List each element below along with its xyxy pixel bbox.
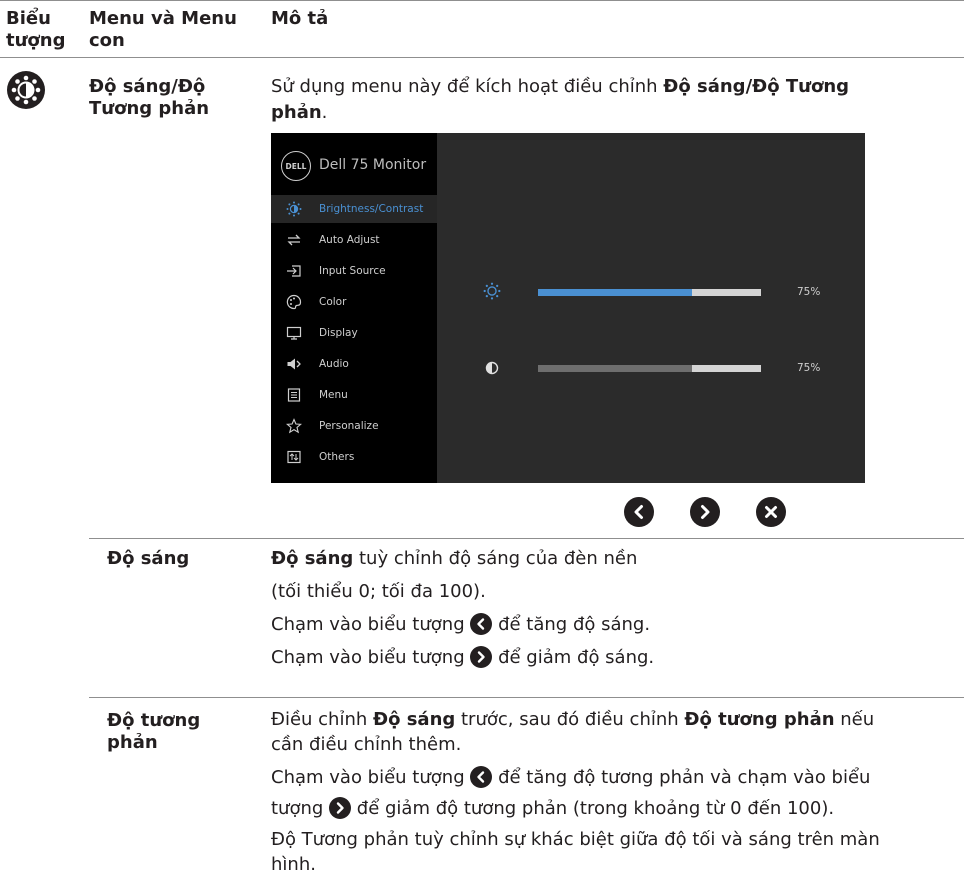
osd-item-label: Others — [319, 451, 355, 463]
osd-item-others[interactable]: Others — [271, 443, 437, 471]
contrast-p2-line2-post: để giảm độ tương phản (trong khoảng từ 0… — [351, 798, 835, 819]
osd-item-label: Color — [319, 296, 347, 308]
osd-item-label: Auto Adjust — [319, 234, 380, 246]
osd-item-audio[interactable]: Audio — [271, 350, 437, 378]
contrast-p1-mid: trước, sau đó điều chỉnh — [455, 709, 685, 730]
chevron-left-icon — [470, 613, 493, 635]
header-rule — [0, 57, 964, 58]
brightness-desc-bold: Độ sáng — [271, 548, 354, 569]
brightness-tap-pre-2: Chạm vào biểu tượng — [271, 647, 471, 668]
color-icon — [286, 294, 302, 310]
osd-sidebar: DELL Dell 75 Monitor Brightness/Contrast… — [271, 133, 437, 483]
brightness-contrast-icon — [7, 71, 45, 109]
desc-suffix: . — [321, 102, 328, 123]
osd-item-label: Brightness/Contrast — [319, 203, 424, 215]
left-arrow-button[interactable] — [624, 497, 654, 527]
contrast-label: Độ tương phản — [107, 710, 200, 754]
osd-item-auto-adjust[interactable]: Auto Adjust — [271, 226, 437, 254]
desc-prefix: Sử dụng menu này để kích hoạt điều chỉnh — [271, 76, 664, 97]
contrast-p3-line1: Độ Tương phản tuỳ chỉnh sự khác biệt giữ… — [271, 829, 880, 850]
contrast-p1-line2: cần điều chỉnh thêm. — [271, 734, 462, 755]
contrast-value: 75% — [797, 362, 821, 374]
contrast-p2-pre: Chạm vào biểu tượng — [271, 767, 471, 788]
auto-adjust-icon — [287, 234, 301, 246]
menu-brightness-contrast: Độ sáng/Độ Tương phản — [89, 76, 209, 120]
contrast-p2-line2-pre: tượng — [271, 798, 330, 819]
osd-item-color[interactable]: Color — [271, 288, 437, 316]
contrast-row-rule — [89, 697, 964, 698]
osd-item-display[interactable]: Display — [271, 319, 437, 347]
display-icon — [286, 326, 302, 340]
osd-item-input-source[interactable]: Input Source — [271, 257, 437, 285]
header-menu-line2: con — [89, 30, 125, 51]
contrast-label-line2: phản — [107, 732, 158, 753]
osd-item-label: Display — [319, 327, 358, 339]
audio-icon — [287, 358, 301, 370]
contrast-p3-line2: hình. — [271, 854, 316, 875]
main-description: Sử dụng menu này để kích hoạt điều chỉnh… — [271, 74, 951, 126]
chevron-right-icon — [701, 505, 710, 519]
osd-item-menu[interactable]: Menu — [271, 381, 437, 409]
brightness-tap-decrease: để giảm độ sáng. — [492, 647, 655, 668]
contrast-p1-pre: Điều chỉnh — [271, 709, 373, 730]
brightness-slider-icon — [483, 282, 501, 300]
right-arrow-button[interactable] — [690, 497, 720, 527]
header-icon-line2: tượng — [6, 30, 66, 51]
contrast-slider[interactable] — [538, 365, 761, 372]
brightness-tap-increase: để tăng độ sáng. — [492, 614, 651, 635]
brightness-value: 75% — [797, 286, 821, 298]
others-icon — [287, 450, 301, 464]
contrast-slider-fill — [538, 365, 692, 372]
header-icon-line1: Biểu — [6, 8, 51, 29]
osd-item-label: Personalize — [319, 420, 379, 432]
brightness-desc-rest: tuỳ chỉnh độ sáng của đèn nền — [353, 548, 638, 569]
menu-label-line1: Độ sáng/Độ — [89, 76, 206, 97]
contrast-slider-icon — [485, 361, 499, 375]
close-icon — [765, 506, 777, 518]
osd-screen: DELL Dell 75 Monitor Brightness/Contrast… — [271, 133, 865, 483]
desc-bold-2: phản — [271, 102, 322, 123]
brightness-description: Độ sáng tuỳ chỉnh độ sáng của đèn nền (t… — [271, 546, 951, 671]
chevron-right-icon — [329, 797, 352, 819]
brightness-label: Độ sáng — [107, 548, 190, 569]
brightness-tap-pre: Chạm vào biểu tượng — [271, 614, 471, 635]
osd-title: Dell 75 Monitor — [319, 157, 427, 173]
osd-item-label: Menu — [319, 389, 348, 401]
header-description-column: Mô tả — [271, 8, 329, 29]
table-top-rule — [0, 0, 964, 1]
close-button[interactable] — [756, 497, 786, 527]
chevron-left-icon — [634, 505, 643, 519]
contrast-p1-post: nếu — [834, 709, 875, 730]
osd-item-label: Audio — [319, 358, 349, 370]
desc-bold-1: Độ sáng/Độ Tương — [663, 76, 850, 97]
osd-item-brightness-contrast[interactable]: Brightness/Contrast — [271, 195, 437, 223]
input-source-icon — [287, 265, 301, 277]
header-menu-line1: Menu và Menu — [89, 8, 237, 29]
chevron-right-icon — [470, 646, 493, 668]
contrast-p2-post: để tăng độ tương phản và chạm vào biểu — [492, 767, 871, 788]
contrast-label-line1: Độ tương — [107, 710, 201, 731]
brightness-range: (tối thiểu 0; tối đa 100). — [271, 581, 486, 602]
dell-logo: DELL — [281, 151, 311, 181]
header-menu-column: Menu và Menu con — [89, 8, 237, 52]
brightness-slider-fill — [538, 289, 692, 296]
contrast-p1-bold1: Độ sáng — [373, 709, 456, 730]
star-icon — [286, 418, 302, 434]
brightness-slider[interactable] — [538, 289, 761, 296]
menu-icon — [287, 388, 301, 402]
brightness-row-rule — [89, 538, 964, 539]
header-icon-column: Biểu tượng — [6, 8, 65, 52]
contrast-description: Điều chỉnh Độ sáng trước, sau đó điều ch… — [271, 707, 963, 877]
contrast-p1-bold2: Độ tương phản — [684, 709, 835, 730]
chevron-left-icon — [470, 766, 493, 788]
osd-item-label: Input Source — [319, 265, 386, 277]
osd-item-personalize[interactable]: Personalize — [271, 412, 437, 440]
menu-label-line2: Tương phản — [89, 98, 210, 119]
brightness-icon — [286, 201, 302, 217]
